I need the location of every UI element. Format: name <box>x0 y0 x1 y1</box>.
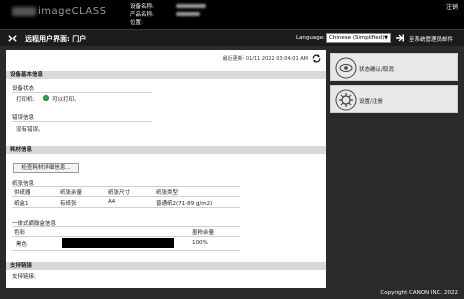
settings-registration-button[interactable]: 设置/注册 <box>330 85 458 113</box>
error-info-value: 没有错误。 <box>16 127 44 133</box>
divider <box>12 196 240 197</box>
settings-icon <box>335 89 357 111</box>
page-title: 远程用户界面: 门户 <box>25 35 87 43</box>
device-name-value-redacted <box>176 4 206 8</box>
check-consumables-details-button[interactable]: 检查耗材详细信息... <box>13 163 79 173</box>
last-updated-text: 最近更新: 01/11 2022 03:04:01 AM <box>222 56 308 62</box>
paper-col-source: 供纸器 <box>14 190 31 196</box>
product-name-label: 产品名称: <box>130 12 154 18</box>
paper-cell-type: 普通纸2(71-89 g/m2) <box>156 201 213 207</box>
section-consumables-info: 耗材信息 <box>6 146 326 154</box>
cartridge-cell-toner: 100% <box>192 240 208 246</box>
top-header: imageCLASS 设备名称: 产品名称: 位置: 注销 <box>0 0 464 29</box>
logout-link[interactable]: 注销 <box>446 2 458 11</box>
status-monitor-cancel-label: 状态确认/取消 <box>359 67 394 73</box>
footer: Copyright CANON INC. 2022 <box>0 288 464 299</box>
language-select[interactable]: Chinese (Simplified) ▼ <box>326 33 391 43</box>
paper-cell-size: A4 <box>108 199 116 205</box>
main-panel: 最近更新: 01/11 2022 03:04:01 AM 设备基本信息 设备状态… <box>6 50 326 288</box>
chevron-down-icon: ▼ <box>384 35 388 41</box>
paper-col-type: 纸张类型 <box>156 190 179 196</box>
copyright-text: Copyright CANON INC. 2022 <box>380 290 458 296</box>
language-label: Language: <box>296 35 325 41</box>
paper-cell-remaining: 有纸张 <box>60 201 77 207</box>
status-monitor-icon <box>335 57 357 79</box>
toner-level-bar <box>62 238 174 248</box>
section-support-links: 支持链接 <box>6 262 326 270</box>
paper-col-size: 纸张尺寸 <box>108 190 131 196</box>
section-device-basic-info: 设备基本信息 <box>6 71 326 79</box>
divider <box>12 226 240 227</box>
paper-col-remaining: 纸张余量 <box>60 190 83 196</box>
blurred-brand-prefix <box>12 6 36 16</box>
paper-cell-source: 纸盒1 <box>14 201 29 207</box>
location-label: 位置: <box>130 20 143 26</box>
divider <box>12 250 240 251</box>
device-status-label: 设备状态 <box>12 86 35 92</box>
arrow-right-icon[interactable] <box>395 33 405 43</box>
device-name-label: 设备名称: <box>130 4 154 10</box>
language-select-value: Chinese (Simplified) <box>329 35 385 41</box>
settings-registration-label: 设置/注册 <box>359 99 383 105</box>
portal-bar: 远程用户界面: 门户 Language: Chinese (Simplified… <box>0 29 464 46</box>
product-name-value-redacted <box>176 12 200 16</box>
brand-text: imageCLASS <box>38 6 107 17</box>
cartridge-col-color: 色彩 <box>14 230 26 236</box>
status-ok-icon <box>43 95 49 101</box>
support-link[interactable]: 支持链接: <box>12 272 36 280</box>
refresh-icon[interactable] <box>311 53 322 64</box>
error-info-label: 错误信息 <box>12 115 35 121</box>
printer-label: 打印机: <box>16 97 35 103</box>
brand-logo: imageCLASS <box>12 6 106 17</box>
divider <box>12 236 240 237</box>
divider <box>12 186 240 187</box>
divider <box>12 92 152 93</box>
divider <box>12 121 152 122</box>
cartridge-col-toner: 墨粉余量 <box>192 230 215 236</box>
mail-admin-link[interactable]: 至系统管理员邮件 <box>409 35 453 43</box>
status-monitor-cancel-button[interactable]: 状态确认/取消 <box>330 53 458 81</box>
portal-logo-icon <box>8 35 17 42</box>
printer-status-text: 可以打印。 <box>52 97 80 103</box>
cartridge-cell-color: 黑色 <box>16 242 28 248</box>
divider <box>12 207 240 208</box>
